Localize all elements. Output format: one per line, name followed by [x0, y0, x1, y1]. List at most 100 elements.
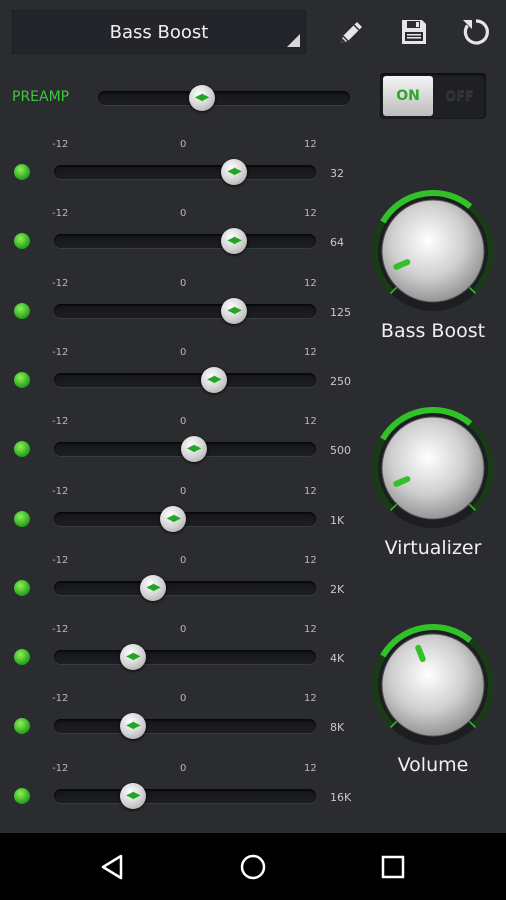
- arrows-icon: ◀▶: [146, 581, 160, 593]
- band-slider-track[interactable]: [54, 580, 316, 595]
- arrows-icon: ◀▶: [126, 720, 140, 732]
- eq-band-row: -12 0 12 ◀▶ 250: [0, 345, 360, 415]
- scale-max-label: 12: [304, 208, 317, 220]
- scale-mid-label: 0: [180, 485, 187, 497]
- toggle-off-button[interactable]: OFF: [436, 76, 483, 116]
- virtualizer-knob[interactable]: Virtualizer: [368, 403, 498, 573]
- band-slider-track[interactable]: [54, 650, 316, 665]
- scale-max-label: 12: [304, 485, 317, 497]
- eq-band-row: -12 0 12 ◀▶ 8K: [0, 691, 360, 761]
- scale-min-label: -12: [52, 208, 69, 220]
- scale-max-label: 12: [304, 554, 317, 566]
- scale-max-label: 12: [304, 346, 317, 358]
- scale-min-label: -12: [52, 693, 69, 705]
- arrows-icon: ◀▶: [227, 166, 241, 177]
- knob-indicator: [415, 644, 426, 662]
- scale-min-label: -12: [52, 485, 69, 497]
- back-button[interactable]: [92, 847, 132, 887]
- home-button[interactable]: [233, 847, 273, 887]
- power-toggle[interactable]: ON OFF: [380, 73, 486, 119]
- scale-mid-label: 0: [180, 416, 187, 428]
- virtualizer-label: Virtualizer: [384, 537, 482, 559]
- scale-min-label: -12: [52, 139, 69, 150]
- band-slider-thumb[interactable]: ◀▶: [200, 366, 227, 393]
- band-slider-thumb[interactable]: ◀▶: [119, 644, 146, 671]
- band-frequency-label: 125: [330, 305, 351, 319]
- band-slider-thumb[interactable]: ◀▶: [221, 159, 248, 185]
- arrows-icon: ◀▶: [194, 92, 209, 103]
- save-button[interactable]: [394, 12, 434, 52]
- scale-min-label: -12: [52, 277, 69, 289]
- scale-max-label: 12: [304, 139, 317, 150]
- arrows-icon: ◀▶: [186, 443, 201, 455]
- pencil-icon: [341, 22, 362, 43]
- save-icon: [402, 20, 426, 44]
- scale-mid-label: 0: [180, 624, 187, 636]
- band-slider-track[interactable]: [54, 788, 316, 803]
- preset-selector[interactable]: Bass Boost: [12, 10, 306, 54]
- band-slider-thumb[interactable]: ◀▶: [221, 297, 248, 324]
- scale-mid-label: 0: [180, 554, 187, 566]
- scale-max-label: 12: [304, 693, 317, 705]
- band-frequency-label: 32: [330, 167, 344, 180]
- band-slider-track[interactable]: [54, 165, 316, 179]
- band-slider-thumb[interactable]: ◀▶: [119, 713, 146, 740]
- eq-band-row: -12 0 12 ◀▶ 4K: [0, 622, 360, 692]
- preset-name: Bass Boost: [109, 21, 209, 43]
- band-enabled-led[interactable]: [14, 164, 30, 180]
- preamp-slider-thumb[interactable]: ◀▶: [188, 85, 215, 111]
- scale-mid-label: 0: [180, 693, 187, 705]
- band-frequency-label: 64: [330, 236, 344, 250]
- toggle-on-button[interactable]: ON: [383, 76, 433, 116]
- virtualizer-knob-dial[interactable]: [368, 403, 498, 533]
- band-enabled-led[interactable]: [14, 718, 30, 735]
- band-frequency-label: 4K: [330, 652, 345, 666]
- band-slider-thumb[interactable]: ◀▶: [119, 782, 146, 809]
- band-enabled-led[interactable]: [14, 302, 30, 319]
- band-slider-thumb[interactable]: ◀▶: [160, 505, 187, 532]
- band-slider-thumb[interactable]: ◀▶: [180, 436, 207, 463]
- scale-max-label: 12: [304, 762, 317, 774]
- eq-band-row: -12 0 12 ◀▶ 32: [0, 137, 360, 207]
- recents-button[interactable]: [373, 847, 413, 887]
- band-enabled-led[interactable]: [14, 579, 30, 596]
- arrows-icon: ◀▶: [207, 373, 221, 385]
- scale-min-label: -12: [52, 346, 69, 358]
- scale-min-label: -12: [52, 554, 69, 566]
- eq-band-row: -12 0 12 ◀▶ 1K: [0, 484, 360, 554]
- bass-boost-knob-dial[interactable]: [368, 186, 498, 316]
- band-frequency-label: 1K: [330, 513, 345, 527]
- preamp-label: PREAMP: [12, 89, 70, 105]
- volume-knob[interactable]: Volume: [368, 620, 498, 790]
- scale-max-label: 12: [304, 624, 317, 636]
- band-slider-thumb[interactable]: ◀▶: [221, 228, 248, 255]
- band-slider-thumb[interactable]: ◀▶: [140, 574, 167, 601]
- band-slider-track[interactable]: [54, 303, 316, 318]
- preamp-slider-track[interactable]: [98, 91, 350, 105]
- volume-knob-dial[interactable]: [368, 620, 498, 750]
- volume-label: Volume: [397, 754, 469, 776]
- band-enabled-led[interactable]: [14, 649, 30, 666]
- scale-max-label: 12: [304, 416, 317, 428]
- edit-button[interactable]: [332, 12, 372, 52]
- arrows-icon: ◀▶: [126, 651, 140, 663]
- dropdown-corner-icon: [287, 34, 300, 47]
- eq-band-row: -12 0 12 ◀▶ 16K: [0, 761, 360, 831]
- bass-boost-knob[interactable]: Bass Boost: [368, 186, 498, 356]
- band-enabled-led[interactable]: [14, 787, 30, 804]
- scale-min-label: -12: [52, 762, 69, 774]
- eq-band-row: -12 0 12 ◀▶ 2K: [0, 553, 360, 623]
- band-slider-track[interactable]: [54, 719, 316, 734]
- band-slider-track[interactable]: [54, 372, 316, 387]
- reset-button[interactable]: [456, 12, 496, 52]
- band-enabled-led[interactable]: [14, 233, 30, 250]
- eq-band-row: -12 0 12 ◀▶ 64: [0, 206, 360, 276]
- band-slider-track[interactable]: [54, 234, 316, 249]
- scale-min-label: -12: [52, 416, 69, 428]
- scale-mid-label: 0: [180, 346, 187, 358]
- band-enabled-led[interactable]: [14, 371, 30, 388]
- band-enabled-led[interactable]: [14, 510, 30, 527]
- scale-min-label: -12: [52, 624, 69, 636]
- navigation-bar: [0, 833, 506, 900]
- band-enabled-led[interactable]: [14, 441, 30, 458]
